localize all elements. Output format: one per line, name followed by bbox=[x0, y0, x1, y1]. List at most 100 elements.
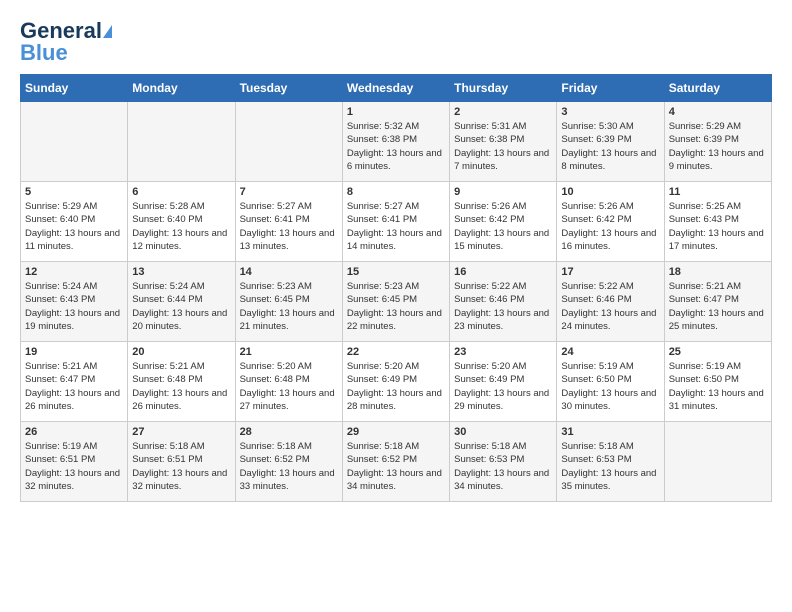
day-info: Sunrise: 5:29 AM Sunset: 6:39 PM Dayligh… bbox=[669, 120, 767, 173]
calendar-cell: 20 Sunrise: 5:21 AM Sunset: 6:48 PM Dayli… bbox=[128, 342, 235, 422]
calendar-cell: 16 Sunrise: 5:22 AM Sunset: 6:46 PM Dayli… bbox=[450, 262, 557, 342]
calendar-cell: 7 Sunrise: 5:27 AM Sunset: 6:41 PM Daylig… bbox=[235, 182, 342, 262]
day-number: 7 bbox=[240, 186, 338, 198]
day-info: Sunrise: 5:24 AM Sunset: 6:44 PM Dayligh… bbox=[132, 280, 230, 333]
calendar-cell: 13 Sunrise: 5:24 AM Sunset: 6:44 PM Dayli… bbox=[128, 262, 235, 342]
calendar-cell: 23 Sunrise: 5:20 AM Sunset: 6:49 PM Dayli… bbox=[450, 342, 557, 422]
calendar-cell bbox=[235, 102, 342, 182]
calendar-cell: 27 Sunrise: 5:18 AM Sunset: 6:51 PM Dayli… bbox=[128, 422, 235, 502]
day-number: 30 bbox=[454, 426, 552, 438]
calendar-week-row: 1Sunrise: 5:32 AM Sunset: 6:38 PM Daylig… bbox=[21, 102, 772, 182]
calendar-cell: 25 Sunrise: 5:19 AM Sunset: 6:50 PM Dayli… bbox=[664, 342, 771, 422]
calendar-week-row: 26 Sunrise: 5:19 AM Sunset: 6:51 PM Dayli… bbox=[21, 422, 772, 502]
calendar-cell: 22 Sunrise: 5:20 AM Sunset: 6:49 PM Dayli… bbox=[342, 342, 449, 422]
calendar-cell: 14 Sunrise: 5:23 AM Sunset: 6:45 PM Dayli… bbox=[235, 262, 342, 342]
day-info: Sunrise: 5:19 AM Sunset: 6:51 PM Dayligh… bbox=[25, 440, 123, 493]
logo-blue: Blue bbox=[20, 42, 68, 64]
day-info: Sunrise: 5:23 AM Sunset: 6:45 PM Dayligh… bbox=[347, 280, 445, 333]
day-info: Sunrise: 5:20 AM Sunset: 6:48 PM Dayligh… bbox=[240, 360, 338, 413]
day-info: Sunrise: 5:20 AM Sunset: 6:49 PM Dayligh… bbox=[454, 360, 552, 413]
calendar-cell: 26 Sunrise: 5:19 AM Sunset: 6:51 PM Dayli… bbox=[21, 422, 128, 502]
logo: General Blue bbox=[20, 20, 112, 64]
calendar-cell bbox=[128, 102, 235, 182]
calendar-cell: 1Sunrise: 5:32 AM Sunset: 6:38 PM Daylig… bbox=[342, 102, 449, 182]
day-info: Sunrise: 5:27 AM Sunset: 6:41 PM Dayligh… bbox=[347, 200, 445, 253]
day-number: 18 bbox=[669, 266, 767, 278]
calendar-week-row: 5Sunrise: 5:29 AM Sunset: 6:40 PM Daylig… bbox=[21, 182, 772, 262]
calendar-cell: 17Sunrise: 5:22 AM Sunset: 6:46 PM Dayli… bbox=[557, 262, 664, 342]
logo-general: General bbox=[20, 20, 102, 42]
day-number: 8 bbox=[347, 186, 445, 198]
day-info: Sunrise: 5:19 AM Sunset: 6:50 PM Dayligh… bbox=[561, 360, 659, 413]
day-info: Sunrise: 5:22 AM Sunset: 6:46 PM Dayligh… bbox=[454, 280, 552, 333]
calendar-cell: 30Sunrise: 5:18 AM Sunset: 6:53 PM Dayli… bbox=[450, 422, 557, 502]
day-number: 27 bbox=[132, 426, 230, 438]
weekday-header-saturday: Saturday bbox=[664, 75, 771, 102]
day-number: 21 bbox=[240, 346, 338, 358]
day-info: Sunrise: 5:21 AM Sunset: 6:47 PM Dayligh… bbox=[669, 280, 767, 333]
day-number: 9 bbox=[454, 186, 552, 198]
weekday-header-tuesday: Tuesday bbox=[235, 75, 342, 102]
day-number: 29 bbox=[347, 426, 445, 438]
day-number: 23 bbox=[454, 346, 552, 358]
day-info: Sunrise: 5:21 AM Sunset: 6:47 PM Dayligh… bbox=[25, 360, 123, 413]
weekday-header-friday: Friday bbox=[557, 75, 664, 102]
day-info: Sunrise: 5:23 AM Sunset: 6:45 PM Dayligh… bbox=[240, 280, 338, 333]
calendar-week-row: 12 Sunrise: 5:24 AM Sunset: 6:43 PM Dayli… bbox=[21, 262, 772, 342]
calendar-cell: 28 Sunrise: 5:18 AM Sunset: 6:52 PM Dayli… bbox=[235, 422, 342, 502]
day-number: 16 bbox=[454, 266, 552, 278]
day-info: Sunrise: 5:25 AM Sunset: 6:43 PM Dayligh… bbox=[669, 200, 767, 253]
day-info: Sunrise: 5:30 AM Sunset: 6:39 PM Dayligh… bbox=[561, 120, 659, 173]
calendar-cell: 8 Sunrise: 5:27 AM Sunset: 6:41 PM Daylig… bbox=[342, 182, 449, 262]
page-header: General Blue bbox=[20, 20, 772, 64]
day-number: 22 bbox=[347, 346, 445, 358]
day-info: Sunrise: 5:27 AM Sunset: 6:41 PM Dayligh… bbox=[240, 200, 338, 253]
day-number: 24 bbox=[561, 346, 659, 358]
day-number: 20 bbox=[132, 346, 230, 358]
day-info: Sunrise: 5:20 AM Sunset: 6:49 PM Dayligh… bbox=[347, 360, 445, 413]
day-info: Sunrise: 5:18 AM Sunset: 6:51 PM Dayligh… bbox=[132, 440, 230, 493]
day-info: Sunrise: 5:26 AM Sunset: 6:42 PM Dayligh… bbox=[454, 200, 552, 253]
calendar-cell: 12 Sunrise: 5:24 AM Sunset: 6:43 PM Dayli… bbox=[21, 262, 128, 342]
calendar-cell: 2Sunrise: 5:31 AM Sunset: 6:38 PM Daylig… bbox=[450, 102, 557, 182]
day-info: Sunrise: 5:28 AM Sunset: 6:40 PM Dayligh… bbox=[132, 200, 230, 253]
day-number: 31 bbox=[561, 426, 659, 438]
day-info: Sunrise: 5:18 AM Sunset: 6:52 PM Dayligh… bbox=[240, 440, 338, 493]
calendar-cell: 6 Sunrise: 5:28 AM Sunset: 6:40 PM Daylig… bbox=[128, 182, 235, 262]
day-number: 13 bbox=[132, 266, 230, 278]
day-number: 25 bbox=[669, 346, 767, 358]
day-number: 26 bbox=[25, 426, 123, 438]
weekday-header-row: SundayMondayTuesdayWednesdayThursdayFrid… bbox=[21, 75, 772, 102]
calendar-cell: 18 Sunrise: 5:21 AM Sunset: 6:47 PM Dayli… bbox=[664, 262, 771, 342]
calendar-cell: 19 Sunrise: 5:21 AM Sunset: 6:47 PM Dayli… bbox=[21, 342, 128, 422]
weekday-header-thursday: Thursday bbox=[450, 75, 557, 102]
day-number: 17 bbox=[561, 266, 659, 278]
calendar-cell: 31 Sunrise: 5:18 AM Sunset: 6:53 PM Dayli… bbox=[557, 422, 664, 502]
calendar-cell: 11Sunrise: 5:25 AM Sunset: 6:43 PM Dayli… bbox=[664, 182, 771, 262]
day-info: Sunrise: 5:18 AM Sunset: 6:52 PM Dayligh… bbox=[347, 440, 445, 493]
calendar-cell: 29 Sunrise: 5:18 AM Sunset: 6:52 PM Dayli… bbox=[342, 422, 449, 502]
day-number: 5 bbox=[25, 186, 123, 198]
day-number: 15 bbox=[347, 266, 445, 278]
day-number: 28 bbox=[240, 426, 338, 438]
day-info: Sunrise: 5:32 AM Sunset: 6:38 PM Dayligh… bbox=[347, 120, 445, 173]
weekday-header-sunday: Sunday bbox=[21, 75, 128, 102]
calendar-cell: 9 Sunrise: 5:26 AM Sunset: 6:42 PM Daylig… bbox=[450, 182, 557, 262]
calendar-cell: 5Sunrise: 5:29 AM Sunset: 6:40 PM Daylig… bbox=[21, 182, 128, 262]
day-number: 14 bbox=[240, 266, 338, 278]
day-number: 12 bbox=[25, 266, 123, 278]
day-number: 10 bbox=[561, 186, 659, 198]
calendar-cell: 15 Sunrise: 5:23 AM Sunset: 6:45 PM Dayli… bbox=[342, 262, 449, 342]
day-number: 6 bbox=[132, 186, 230, 198]
calendar-cell: 10Sunrise: 5:26 AM Sunset: 6:42 PM Dayli… bbox=[557, 182, 664, 262]
calendar-cell bbox=[664, 422, 771, 502]
day-info: Sunrise: 5:24 AM Sunset: 6:43 PM Dayligh… bbox=[25, 280, 123, 333]
day-number: 19 bbox=[25, 346, 123, 358]
calendar-week-row: 19 Sunrise: 5:21 AM Sunset: 6:47 PM Dayli… bbox=[21, 342, 772, 422]
day-info: Sunrise: 5:18 AM Sunset: 6:53 PM Dayligh… bbox=[561, 440, 659, 493]
day-number: 4 bbox=[669, 106, 767, 118]
day-info: Sunrise: 5:21 AM Sunset: 6:48 PM Dayligh… bbox=[132, 360, 230, 413]
calendar-cell: 3Sunrise: 5:30 AM Sunset: 6:39 PM Daylig… bbox=[557, 102, 664, 182]
calendar-cell bbox=[21, 102, 128, 182]
day-info: Sunrise: 5:19 AM Sunset: 6:50 PM Dayligh… bbox=[669, 360, 767, 413]
